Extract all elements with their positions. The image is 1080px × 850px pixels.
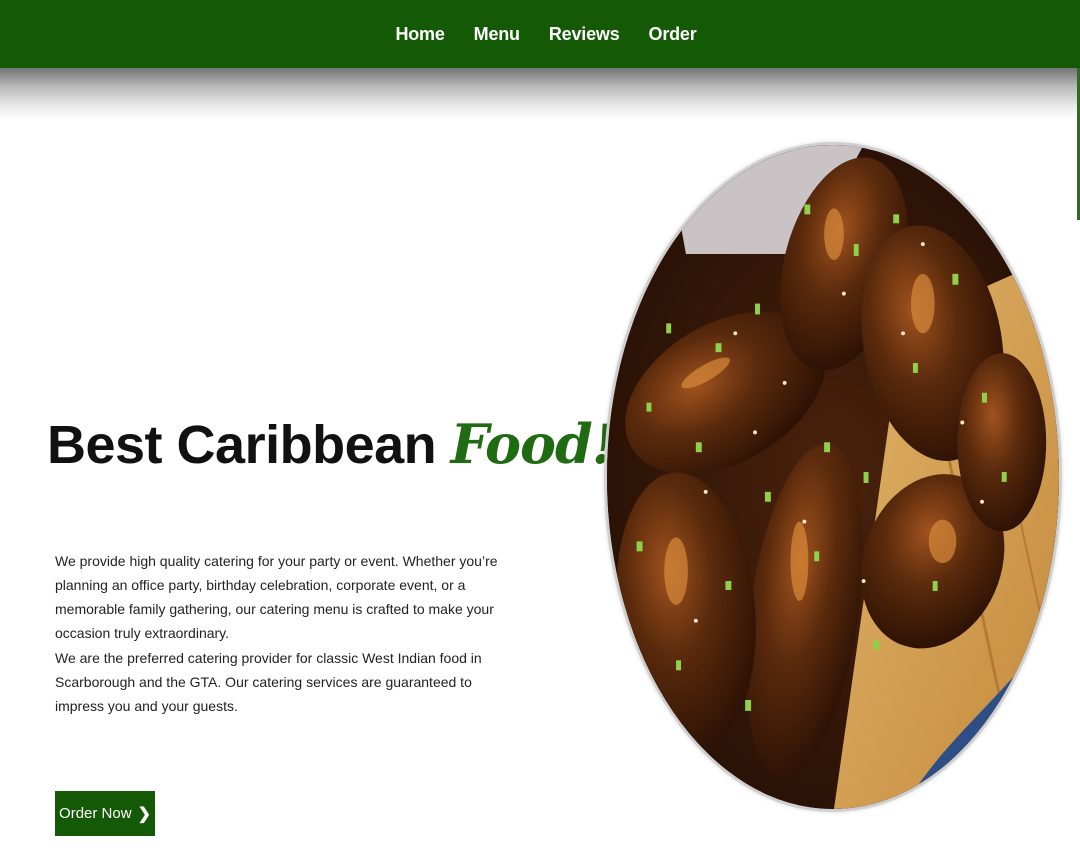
- chevron-right-icon: ❯: [137, 805, 151, 823]
- page: Home Menu Reviews Order Best Caribbean F…: [0, 0, 1080, 850]
- nav-home[interactable]: Home: [395, 24, 444, 45]
- glazed-wings-illustration: [607, 145, 1059, 809]
- hero-food-image: [604, 142, 1062, 812]
- hero-headline: Best Caribbean Food!: [47, 412, 616, 476]
- order-now-label: Order Now: [59, 805, 132, 822]
- top-navbar: Home Menu Reviews Order: [0, 0, 1080, 68]
- main-nav: Home Menu Reviews Order: [0, 0, 1080, 68]
- order-now-button[interactable]: Order Now ❯: [55, 791, 155, 836]
- hero-paragraph-1: We provide high quality catering for you…: [55, 553, 498, 641]
- nav-menu[interactable]: Menu: [474, 24, 520, 45]
- headline-main: Best Caribbean: [47, 415, 437, 475]
- hero-paragraph-2: We are the preferred catering provider f…: [55, 650, 482, 714]
- nav-reviews[interactable]: Reviews: [549, 24, 620, 45]
- headline-accent: Food!: [450, 412, 616, 476]
- navbar-shadow: [0, 68, 1080, 120]
- nav-order[interactable]: Order: [649, 24, 697, 45]
